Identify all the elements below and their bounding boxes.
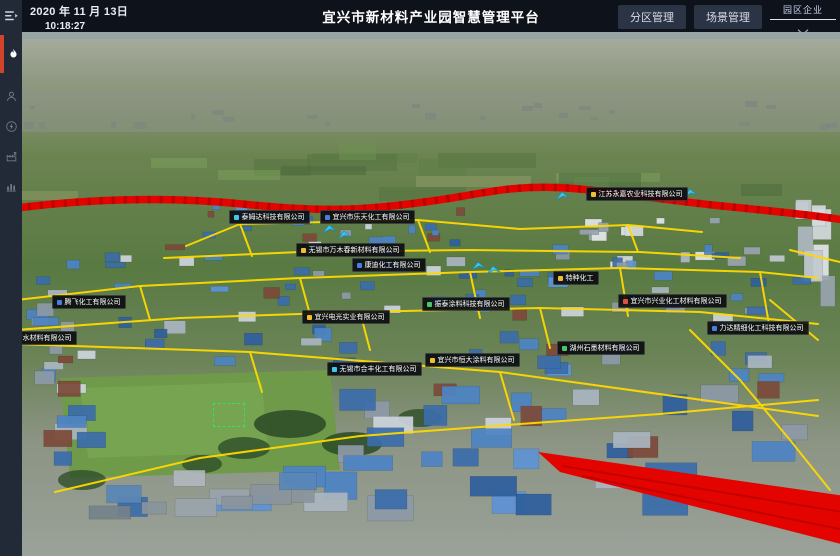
sidebar-item-stats[interactable] — [0, 173, 22, 199]
label-marker-icon — [307, 315, 312, 320]
dropdown-divider — [770, 19, 836, 20]
company-label[interactable]: 康迪化工有限公司 — [352, 258, 426, 272]
sidebar-item-fire[interactable] — [0, 35, 22, 73]
selection-box — [213, 403, 245, 427]
hamburger-menu-icon — [5, 10, 18, 22]
company-label[interactable]: 宜兴电光实业有限公司 — [302, 310, 390, 324]
label-marker-icon — [301, 248, 306, 253]
datetime-block: 2020 年 11 月 13日 10:18:27 — [30, 3, 128, 32]
company-label[interactable]: 振泰涂料科技有限公司 — [422, 297, 510, 311]
label-marker-icon — [427, 302, 432, 307]
time-text: 10:18:27 — [45, 21, 128, 32]
company-label[interactable]: 宜兴市乐天化工有限公司 — [320, 210, 415, 224]
label-marker-icon — [234, 215, 239, 220]
label-marker-icon — [623, 299, 628, 304]
map-viewport: 泰姆达科技有限公司宜兴市乐天化工有限公司 江苏永嘉农业科技有限公司无锡市万木春新材… — [22, 32, 840, 556]
factory-icon — [6, 151, 17, 162]
chevron-down-icon — [797, 22, 809, 39]
company-label[interactable]: 力达精细化工科技有限公司 — [707, 321, 809, 335]
topbar: 2020 年 11 月 13日 10:18:27 宜兴市新材料产业园智慧管理平台… — [22, 0, 840, 32]
label-marker-icon — [591, 192, 596, 197]
zone-management-button[interactable]: 分区管理 — [618, 5, 686, 29]
label-marker-icon — [558, 276, 563, 281]
company-label[interactable]: 宜兴市兴业化工材料有限公司 — [618, 294, 727, 308]
label-marker-icon — [430, 358, 435, 363]
label-marker-icon — [57, 300, 62, 305]
sidebar-item-energy[interactable] — [0, 113, 22, 139]
map-marker-icon[interactable] — [556, 188, 569, 206]
company-label[interactable]: 腾飞化工有限公司 — [52, 295, 126, 309]
enterprise-dropdown[interactable]: 园区企业 — [770, 3, 836, 40]
flame-icon — [8, 48, 19, 61]
sidebar-item-factory[interactable] — [0, 143, 22, 169]
lightning-icon — [6, 121, 17, 132]
label-marker-icon — [325, 215, 330, 220]
company-label[interactable]: 特种化工 — [553, 271, 599, 285]
bar-chart-icon — [6, 181, 17, 192]
enterprise-dropdown-label: 园区企业 — [770, 3, 836, 16]
scene-management-button[interactable]: 场景管理 — [694, 5, 762, 29]
label-marker-icon — [332, 367, 337, 372]
map-marker-icon[interactable] — [472, 258, 485, 276]
company-label[interactable]: 湖州石墨材料有限公司 — [557, 341, 645, 355]
company-label[interactable]: 无锡市万木春新材料有限公司 — [296, 243, 405, 257]
company-label[interactable]: 泰姆达科技有限公司 — [229, 210, 310, 224]
label-marker-icon — [562, 346, 567, 351]
company-label[interactable]: 宜兴市恒大涂料有限公司 — [425, 353, 520, 367]
app-window: 2020 年 11 月 13日 10:18:27 宜兴市新材料产业园智慧管理平台… — [0, 0, 840, 556]
label-marker-icon — [712, 326, 717, 331]
date-text: 2020 年 11 月 13日 — [30, 3, 128, 19]
sidebar-item-menu[interactable] — [0, 3, 22, 29]
header-buttons: 分区管理场景管理 — [618, 5, 762, 29]
company-label[interactable]: 江苏永嘉农业科技有限公司 — [586, 187, 688, 201]
company-label[interactable]: 无锡市合丰化工有限公司 — [327, 362, 422, 376]
sidebar-item-person[interactable] — [0, 83, 22, 109]
company-label[interactable]: 宜兴市防水材料有限公司 — [22, 331, 77, 345]
person-icon — [6, 91, 17, 102]
sidebar — [0, 0, 22, 556]
label-marker-icon — [357, 263, 362, 268]
sidebar-nav — [0, 3, 22, 199]
map-marker-icon[interactable] — [487, 262, 500, 280]
